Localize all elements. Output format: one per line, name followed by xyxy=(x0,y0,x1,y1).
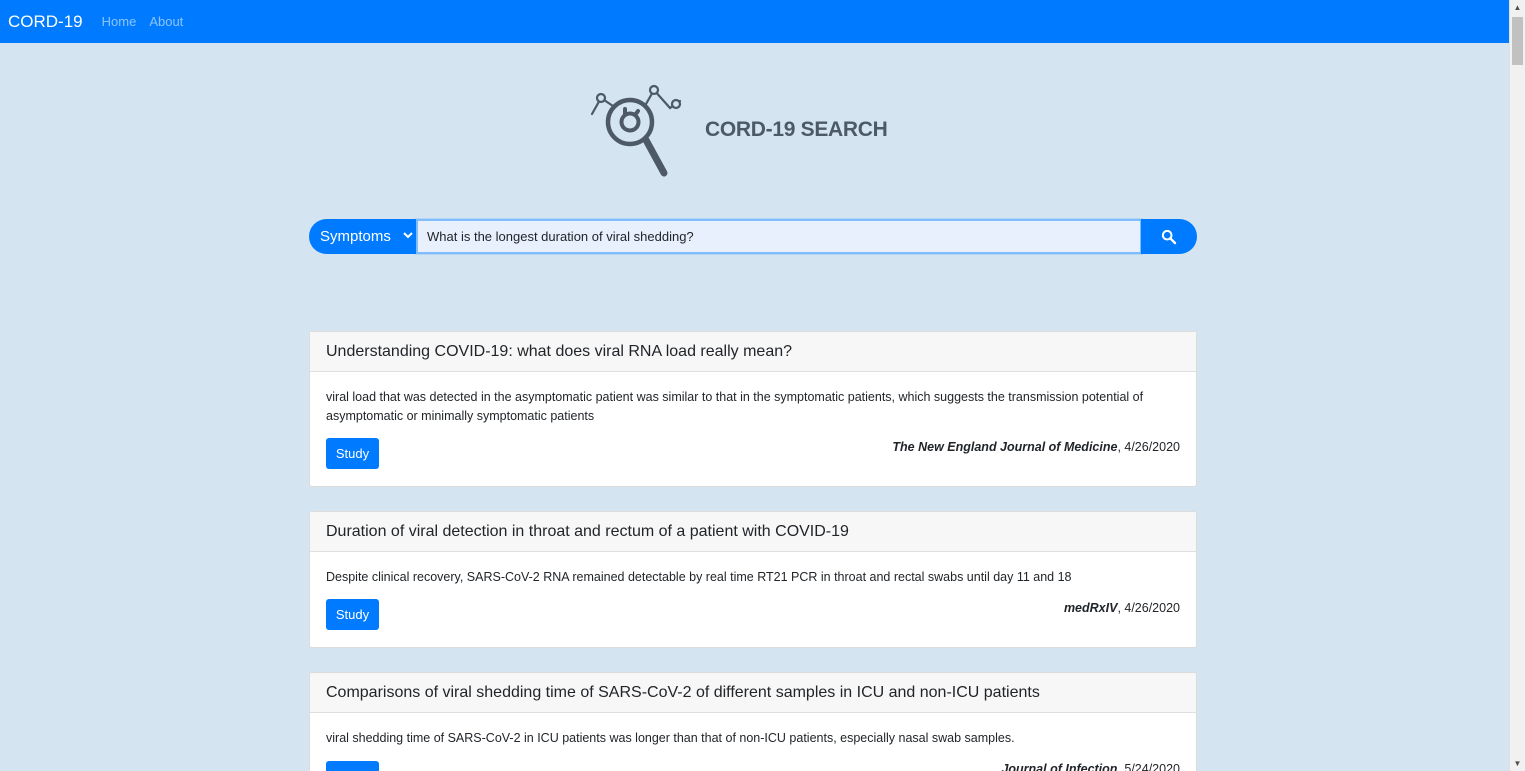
nav-link-about[interactable]: About xyxy=(149,14,183,29)
result-excerpt: viral load that was detected in the asym… xyxy=(326,390,1144,404)
study-button[interactable]: Study xyxy=(326,599,379,630)
vertical-scrollbar[interactable]: ▲ ▼ xyxy=(1509,0,1525,771)
result-title: Comparisons of viral shedding time of SA… xyxy=(310,673,1196,713)
result-journal: The New England Journal of Medicine xyxy=(892,440,1118,454)
result-source: The New England Journal of Medicine, 4/2… xyxy=(892,440,1180,454)
search-icon xyxy=(1161,229,1177,244)
scroll-up-arrow-icon[interactable]: ▲ xyxy=(1510,0,1525,15)
result-card: Understanding COVID-19: what does viral … xyxy=(309,331,1197,487)
result-date: , 4/26/2020 xyxy=(1117,440,1180,454)
result-title: Duration of viral detection in throat an… xyxy=(310,512,1196,552)
study-button[interactable]: Study xyxy=(326,761,379,771)
result-excerpt: asymptomatic or minimally symptomatic pa… xyxy=(326,409,595,423)
result-date: , 5/24/2020 xyxy=(1117,762,1180,771)
chevron-down-icon xyxy=(403,230,413,242)
brand-link[interactable]: CORD-19 xyxy=(8,12,83,32)
study-button[interactable]: Study xyxy=(326,438,379,469)
navbar: CORD-19 Home About xyxy=(0,0,1509,43)
category-select-value: Symptoms xyxy=(320,228,391,245)
result-date: , 4/26/2020 xyxy=(1117,601,1180,615)
scrollbar-thumb[interactable] xyxy=(1512,17,1523,65)
logo-text: CORD-19 SEARCH xyxy=(705,118,888,141)
result-body: viral shedding time of SARS-CoV-2 in ICU… xyxy=(310,713,1196,748)
search-input[interactable] xyxy=(416,219,1142,254)
result-title: Understanding COVID-19: what does viral … xyxy=(310,332,1196,372)
result-card: Duration of viral detection in throat an… xyxy=(309,511,1197,648)
result-source: Journal of Infection, 5/24/2020 xyxy=(1001,762,1180,771)
result-journal: medRxIV xyxy=(1063,601,1118,615)
result-excerpt: viral shedding time of SARS-CoV-2 in ICU… xyxy=(326,731,1015,745)
nav-link-home[interactable]: Home xyxy=(102,14,137,29)
result-body: viral load that was detected in the asym… xyxy=(310,372,1196,426)
result-journal: Journal of Infection xyxy=(1001,762,1118,771)
search-button[interactable] xyxy=(1141,219,1197,254)
result-excerpt: Despite clinical recovery, SARS-CoV-2 RN… xyxy=(326,570,1072,584)
result-source: medRxIV, 4/26/2020 xyxy=(1064,601,1180,615)
category-select[interactable]: Symptoms xyxy=(309,219,416,254)
scroll-down-arrow-icon[interactable]: ▼ xyxy=(1510,756,1525,771)
search-bar: Symptoms xyxy=(309,219,1197,254)
result-card: Comparisons of viral shedding time of SA… xyxy=(309,672,1197,771)
result-body: Despite clinical recovery, SARS-CoV-2 RN… xyxy=(310,552,1196,587)
